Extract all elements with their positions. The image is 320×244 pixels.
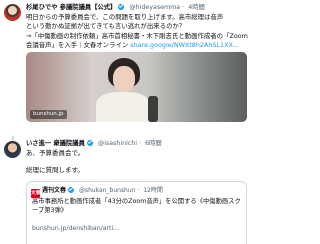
- author-name[interactable]: 杉尾ひでや 参議院議員【公式】: [26, 4, 116, 11]
- quote-author-name: 週刊文春: [42, 187, 67, 194]
- avatar[interactable]: [4, 4, 21, 21]
- author-handle[interactable]: @hideyasemma: [129, 4, 180, 11]
- quote-timestamp: 12時間: [143, 187, 163, 194]
- separator: ·: [137, 187, 140, 194]
- author-name[interactable]: いさ進一 衆議院議員: [26, 140, 85, 147]
- verified-badge-icon: [86, 139, 93, 146]
- tweet-body-line: 会議音声」を入手｜文春オンライン share.google/NWXt8h2AhS…: [26, 41, 248, 50]
- verified-badge-icon: [68, 186, 75, 193]
- tweet-body: 明日からの予算委員会で、この問題を取り上げます。高市総理は音声 という動かぬ証拠…: [26, 13, 248, 50]
- tweet-sugio[interactable]: 杉尾ひでや 参議院議員【公式】 @hideyasemma · 4時間 明日からの…: [0, 0, 250, 123]
- tweet-body-line: という動かぬ証拠が出てきても言い逃れが出来るのか？: [26, 22, 186, 31]
- tweet-body-line: →「中傷動画の制作依頼」高市首相秘書・木下剛志氏と動画作成者の「Zoom: [26, 31, 248, 40]
- author-handle[interactable]: @isashinichi: [98, 140, 137, 147]
- tweet-link[interactable]: share.google/NWXt8h2AhSL1XX...: [130, 41, 239, 49]
- quote-header: 文春週刊文春 @shukan_bunshun · 12時間: [31, 186, 163, 198]
- thread-line: [12, 136, 14, 140]
- quote-link[interactable]: bunshun.jp/denshiban/arti...: [32, 224, 119, 233]
- tweet-header: 杉尾ひでや 参議院議員【公式】 @hideyasemma · 4時間: [26, 3, 248, 13]
- quote-text: 高市事務所と動画作成者「43分のZoom音声」を公開する《中傷動画スクープ第3弾…: [32, 198, 241, 215]
- preview-domain: bunshun.jp: [30, 110, 67, 119]
- tweet-body-line: 総理に質問します。: [26, 166, 84, 174]
- tweet-body-text: 会議音声」を入手｜文春オンライン: [26, 40, 131, 49]
- tweet-body-line: あ、予算委員会で。: [26, 149, 85, 157]
- timestamp[interactable]: 6時間: [145, 140, 162, 147]
- separator: ·: [182, 4, 185, 11]
- preview-image-person: [96, 58, 158, 122]
- tweet-header: いさ進一 衆議院議員 @isashinichi · 6時間: [26, 139, 248, 149]
- timestamp[interactable]: 4時間: [188, 4, 205, 11]
- quote-handle: @shukan_bunshun: [78, 187, 136, 194]
- link-preview-card[interactable]: bunshun.jp: [26, 52, 247, 122]
- microphone-icon: [148, 96, 158, 122]
- verified-badge-icon: [118, 3, 125, 10]
- avatar[interactable]: [4, 141, 21, 158]
- tweet-body-line: 明日からの予算委員会で、この問題を取り上げます。高市総理は音声: [26, 13, 224, 21]
- quote-tweet[interactable]: 文春週刊文春 @shukan_bunshun · 12時間 高市事務所と動画作成…: [26, 181, 247, 244]
- separator: ·: [139, 140, 142, 147]
